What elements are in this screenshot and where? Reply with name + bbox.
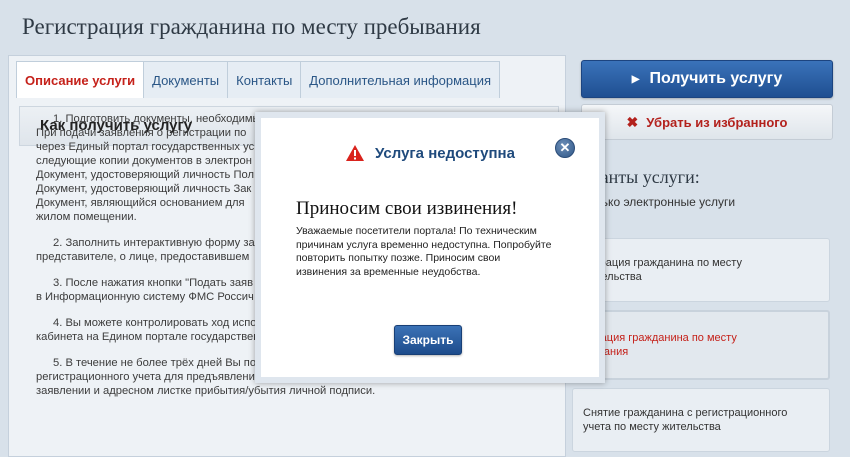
tab-documents[interactable]: Документы [143, 61, 229, 98]
variant-deregistration-residence[interactable]: Снятие гражданина с регистрационного уче… [572, 388, 830, 452]
close-icon[interactable]: ✕ [555, 138, 575, 158]
variant-line: Снятие гражданина с регистрационного [583, 407, 788, 419]
tab-bar: Описание услуги Документы Контакты Допол… [16, 61, 501, 98]
message-line: причинам услуга временно недоступна. Поп… [296, 238, 552, 251]
variant-line: страция гражданина по месту [584, 332, 737, 344]
remove-x-icon: ✖ [626, 113, 639, 130]
remove-favorite-label: Убрать из избранного [646, 114, 788, 130]
dialog-title: Услуга недоступна [375, 144, 515, 162]
tab-contacts[interactable]: Контакты [227, 61, 302, 98]
variant-line: учета по месту жительства [583, 421, 721, 433]
tab-service-description[interactable]: Описание услуги [16, 61, 145, 98]
close-dialog-button[interactable]: Закрыть [394, 325, 462, 355]
get-service-button[interactable]: ▶ Получить услугу [581, 60, 833, 98]
variant-registration-residence[interactable]: истрация гражданина по месту жительства [572, 238, 830, 302]
message-line: повторить попытку позже. Приносим свои [296, 252, 501, 264]
dialog-message: Уважаемые посетители портала! По техниче… [296, 225, 586, 279]
get-service-label: Получить услугу [649, 70, 783, 87]
variant-registration-stay[interactable]: страция гражданина по месту бывания [572, 310, 830, 380]
message-line: Уважаемые посетители портала! По техниче… [296, 225, 537, 237]
message-line: извинения за временные неудобства. [296, 265, 481, 278]
service-unavailable-dialog: Услуга недоступна ✕ Приносим свои извине… [255, 112, 605, 383]
page-title: Регистрация гражданина по месту пребыван… [22, 14, 481, 39]
variant-line: бывания [584, 346, 629, 358]
play-arrow-icon: ▶ [631, 73, 640, 85]
variant-line: жительства [583, 271, 642, 283]
variant-line: истрация гражданина по месту [583, 257, 742, 269]
apology-heading: Приносим свои извинения! [296, 198, 518, 219]
dialog-header: Услуга недоступна [261, 144, 599, 162]
tab-additional-info[interactable]: Дополнительная информация [300, 61, 501, 98]
remove-favorite-button[interactable]: ✖ Убрать из избранного [581, 104, 833, 140]
warning-icon [346, 145, 365, 161]
step-line: заявлении и адресном листке прибытия/убы… [36, 385, 376, 397]
